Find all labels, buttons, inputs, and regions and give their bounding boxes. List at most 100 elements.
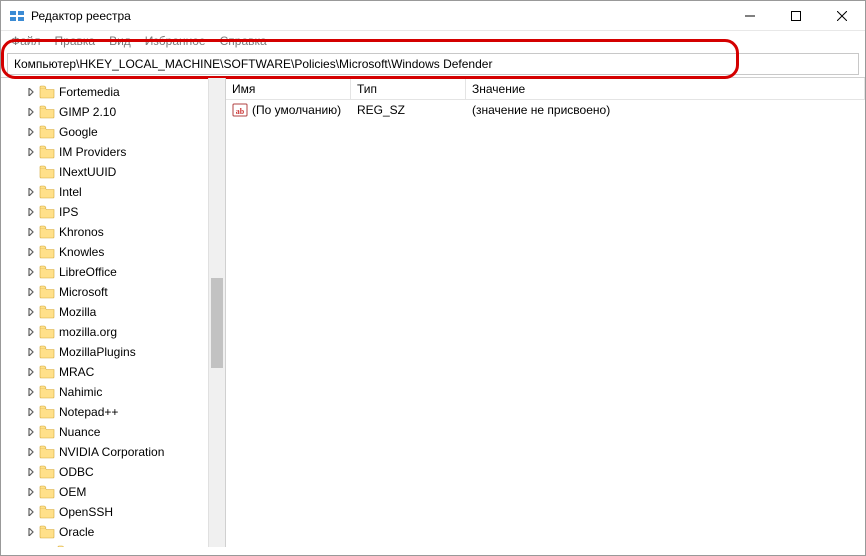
chevron-right-icon[interactable]: [25, 288, 37, 296]
tree-item-label: Mozilla: [59, 305, 96, 319]
menu-view[interactable]: Вид: [109, 34, 131, 48]
tree-item-label: Knowles: [59, 245, 104, 259]
chevron-right-icon[interactable]: [25, 108, 37, 116]
tree-item[interactable]: OpenSSH: [1, 502, 225, 522]
tree-item[interactable]: Khronos: [1, 222, 225, 242]
title-bar: Редактор реестра: [1, 1, 865, 31]
menu-edit[interactable]: Правка: [55, 34, 96, 48]
folder-icon: [39, 425, 55, 439]
close-button[interactable]: [819, 1, 865, 30]
window-title: Редактор реестра: [31, 9, 131, 23]
menu-help[interactable]: Справка: [220, 34, 267, 48]
tree-item[interactable]: Google: [1, 122, 225, 142]
chevron-right-icon[interactable]: [25, 428, 37, 436]
chevron-right-icon[interactable]: [25, 208, 37, 216]
tree-item[interactable]: Partner: [1, 542, 225, 547]
tree-scrollbar-thumb[interactable]: [211, 278, 223, 368]
maximize-button[interactable]: [773, 1, 819, 30]
chevron-right-icon[interactable]: [25, 388, 37, 396]
tree-item-label: NVIDIA Corporation: [59, 445, 164, 459]
tree-item[interactable]: Oracle: [1, 522, 225, 542]
folder-icon: [39, 305, 55, 319]
minimize-button[interactable]: [727, 1, 773, 30]
cell-type: REG_SZ: [351, 103, 466, 117]
address-path: Компьютер\HKEY_LOCAL_MACHINE\SOFTWARE\Po…: [14, 57, 492, 71]
folder-icon: [39, 85, 55, 99]
tree-item[interactable]: Notepad++: [1, 402, 225, 422]
tree-item[interactable]: MRAC: [1, 362, 225, 382]
list-row[interactable]: (По умолчанию)REG_SZ(значение не присвое…: [226, 100, 865, 120]
folder-icon: [39, 385, 55, 399]
tree-item[interactable]: Nuance: [1, 422, 225, 442]
folder-icon: [39, 185, 55, 199]
tree-item[interactable]: INextUUID: [1, 162, 225, 182]
tree-item[interactable]: Knowles: [1, 242, 225, 262]
chevron-right-icon[interactable]: [25, 468, 37, 476]
chevron-right-icon[interactable]: [25, 228, 37, 236]
tree-item[interactable]: LibreOffice: [1, 262, 225, 282]
tree-item[interactable]: OEM: [1, 482, 225, 502]
chevron-right-icon[interactable]: [25, 308, 37, 316]
tree-view[interactable]: Fortemedia GIMP 2.10 Google IM Providers INe…: [1, 78, 226, 547]
tree-item[interactable]: Nahimic: [1, 382, 225, 402]
main-split: Fortemedia GIMP 2.10 Google IM Providers INe…: [1, 77, 865, 547]
folder-icon: [39, 225, 55, 239]
tree-item-label: ODBC: [59, 465, 94, 479]
tree-item-label: Notepad++: [59, 405, 118, 419]
folder-icon: [39, 445, 55, 459]
tree-item[interactable]: GIMP 2.10: [1, 102, 225, 122]
tree-item[interactable]: mozilla.org: [1, 322, 225, 342]
tree-item[interactable]: Mozilla: [1, 302, 225, 322]
chevron-right-icon[interactable]: [25, 488, 37, 496]
folder-icon: [39, 525, 55, 539]
tree-item-label: Nuance: [59, 425, 100, 439]
tree-item[interactable]: NVIDIA Corporation: [1, 442, 225, 462]
chevron-right-icon[interactable]: [25, 128, 37, 136]
folder-icon: [39, 125, 55, 139]
tree-item-label: Fortemedia: [59, 85, 120, 99]
column-value[interactable]: Значение: [466, 78, 865, 99]
menu-file[interactable]: Файл: [11, 34, 41, 48]
chevron-right-icon[interactable]: [25, 368, 37, 376]
tree-item[interactable]: IPS: [1, 202, 225, 222]
tree-item[interactable]: Fortemedia: [1, 82, 225, 102]
tree-item[interactable]: ODBC: [1, 462, 225, 482]
tree-item-label: Oracle: [59, 525, 94, 539]
tree-item[interactable]: MozillaPlugins: [1, 342, 225, 362]
folder-icon: [57, 545, 73, 547]
tree-item-label: LibreOffice: [59, 265, 117, 279]
chevron-right-icon[interactable]: [25, 348, 37, 356]
folder-icon: [39, 505, 55, 519]
tree-item[interactable]: IM Providers: [1, 142, 225, 162]
chevron-right-icon[interactable]: [25, 328, 37, 336]
chevron-right-icon[interactable]: [25, 408, 37, 416]
chevron-right-icon[interactable]: [25, 528, 37, 536]
folder-icon: [39, 465, 55, 479]
chevron-right-icon[interactable]: [25, 88, 37, 96]
chevron-right-icon[interactable]: [25, 248, 37, 256]
folder-icon: [39, 345, 55, 359]
tree-item[interactable]: Intel: [1, 182, 225, 202]
tree-item-label: INextUUID: [59, 165, 116, 179]
chevron-right-icon[interactable]: [25, 448, 37, 456]
tree-item-label: IPS: [59, 205, 78, 219]
tree-item-label: Nahimic: [59, 385, 102, 399]
tree-item-label: Khronos: [59, 225, 104, 239]
chevron-right-icon[interactable]: [25, 268, 37, 276]
tree-item[interactable]: Microsoft: [1, 282, 225, 302]
column-name[interactable]: Имя: [226, 78, 351, 99]
cell-name: (По умолчанию): [226, 102, 351, 118]
menu-favorites[interactable]: Избранное: [145, 34, 206, 48]
folder-icon: [39, 265, 55, 279]
chevron-right-icon[interactable]: [25, 188, 37, 196]
address-bar[interactable]: Компьютер\HKEY_LOCAL_MACHINE\SOFTWARE\Po…: [7, 53, 859, 75]
chevron-right-icon[interactable]: [25, 508, 37, 516]
tree-item-label: MRAC: [59, 365, 94, 379]
chevron-right-icon[interactable]: [25, 148, 37, 156]
tree-item-label: Microsoft: [59, 285, 108, 299]
folder-icon: [39, 285, 55, 299]
column-type[interactable]: Тип: [351, 78, 466, 99]
folder-icon: [39, 485, 55, 499]
tree-item-label: Google: [59, 125, 98, 139]
values-list: Имя Тип Значение (По умолчанию)REG_SZ(зн…: [226, 78, 865, 547]
